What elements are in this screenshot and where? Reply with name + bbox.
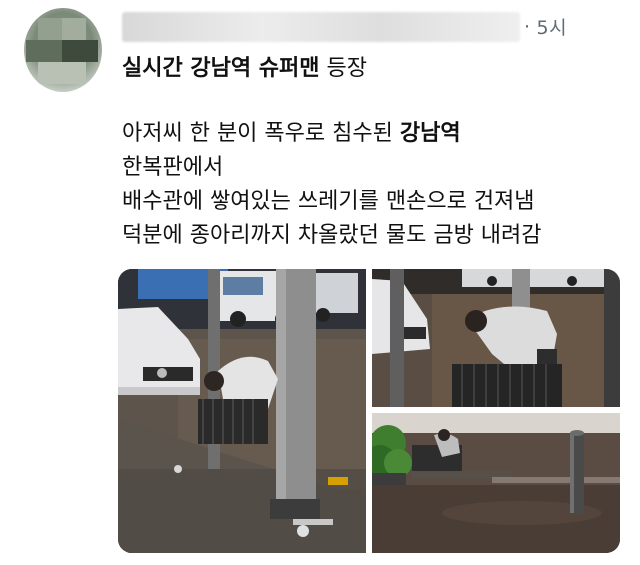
photo-flooded-street[interactable] bbox=[118, 269, 366, 553]
post-body: 아저씨 한 분이 폭우로 침수된 강남역 한복판에서 배수관에 쌓여있는 쓰레기… bbox=[122, 117, 542, 253]
media-grid bbox=[118, 269, 620, 553]
avatar[interactable] bbox=[24, 8, 102, 92]
post-line: 한복판에서 bbox=[122, 151, 542, 185]
post-title-bold: 실시간 강남역 슈퍼맨 bbox=[122, 56, 320, 81]
post-title-rest: 등장 bbox=[319, 56, 367, 81]
photo-man-at-drain[interactable] bbox=[372, 269, 620, 407]
post-line-text: 한복판에서 bbox=[122, 155, 224, 180]
photo-flooded-sidewalk[interactable] bbox=[372, 413, 620, 553]
post-line-text: 배수관에 쌓여있는 쓰레기를 맨손으로 건져냄 bbox=[122, 189, 535, 214]
post-meta: · 5시 bbox=[524, 13, 567, 40]
separator-dot: · bbox=[524, 15, 531, 38]
post-line-text: 아저씨 한 분이 폭우로 침수된 bbox=[122, 121, 400, 146]
post-title: 실시간 강남역 슈퍼맨 등장 bbox=[122, 50, 367, 82]
post-line: 덕분에 종아리까지 차올랐던 물도 금방 내려감 bbox=[122, 219, 542, 253]
post-line-bold: 강남역 bbox=[399, 121, 461, 146]
post-time[interactable]: 5시 bbox=[537, 17, 568, 39]
post-line: 아저씨 한 분이 폭우로 침수된 강남역 bbox=[122, 117, 542, 151]
post-line: 배수관에 쌓여있는 쓰레기를 맨손으로 건져냄 bbox=[122, 185, 542, 219]
post-line-text: 덕분에 종아리까지 차올랐던 물도 금방 내려감 bbox=[122, 223, 542, 248]
blurred-username[interactable] bbox=[122, 12, 520, 42]
